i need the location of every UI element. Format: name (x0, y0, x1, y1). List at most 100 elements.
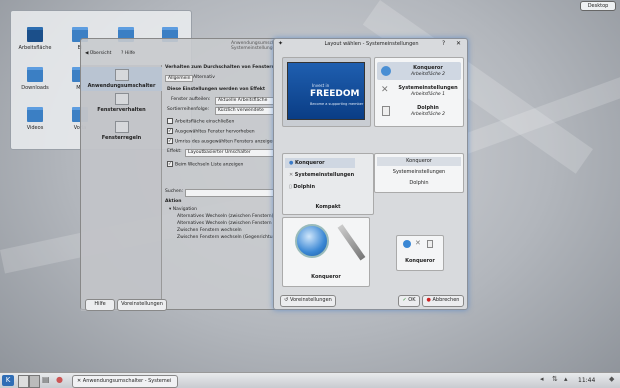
layout-big-icon[interactable]: Konqueror (282, 217, 370, 287)
sidebar-item-task-switcher[interactable]: Anwendungsumschalter (81, 67, 162, 91)
volume-icon[interactable]: ◂ (540, 375, 548, 386)
window-menu-icon[interactable]: ✦ (278, 40, 283, 47)
konqueror-icon (295, 224, 329, 258)
layout-big-list[interactable]: Konqueror Arbeitsfläche 2 ✕ Systemeinste… (374, 57, 464, 127)
checkbox-highlight-window[interactable]: ✓ Ausgewähltes Fenster hervorheben (167, 128, 255, 135)
defaults-button[interactable]: ↺ Voreinstellungen (280, 295, 336, 307)
label-search: Suchen: (165, 189, 184, 194)
label-order: Sortierreihenfolge: (167, 107, 209, 112)
window-thumbnail: Invest in FREEDOM Become a supporting me… (287, 62, 365, 120)
preview-subtext: Invest in (312, 83, 330, 88)
defaults-icon: ↺ (284, 297, 289, 303)
konqueror-icon (403, 240, 411, 248)
label-windows: Fenster aufteilen: (171, 97, 211, 102)
taskbar: K ▤ ● ✕ Anwendungsumschalter - Systemei … (0, 372, 620, 388)
dolphin-icon (427, 240, 433, 248)
list-item: ✕ Systemeinstellungen (289, 172, 355, 178)
tree-item[interactable]: Zwischen Fenstern wechseln (177, 228, 242, 233)
sidebar: Anwendungsumschalter Fensterverhalten Fe… (81, 65, 162, 311)
list-item: Dolphin Arbeitsfläche 2 (377, 102, 461, 120)
window-icon (114, 93, 129, 105)
list-item: ● Konqueror (285, 158, 355, 168)
sidebar-item-window-rules[interactable]: Fensterregeln (81, 121, 162, 141)
page-heading: Verhalten zum Durchschalten von Fenstern (165, 65, 275, 70)
network-icon[interactable]: ⇅ (552, 375, 560, 386)
list-item: ✕ Systemeinstellungen Arbeitsfläche 1 (381, 85, 458, 97)
layout-thumbnail-preview[interactable]: Invest in FREEDOM Become a supporting me… (282, 57, 371, 127)
tree-navigation[interactable]: ▾ Navigation (169, 207, 197, 212)
ok-button[interactable]: ✓ OK (398, 295, 420, 307)
layout-name: Konqueror (405, 258, 435, 264)
list-item: Konqueror (377, 157, 461, 166)
clock[interactable]: 11:44 (578, 375, 608, 386)
tree-item[interactable]: Alternatives Wechseln (zwischen Fenstern (177, 221, 272, 226)
dolphin-icon: ▯ (289, 184, 292, 190)
dolphin-launcher-icon[interactable]: ▤ (42, 375, 52, 386)
layout-name: Konqueror (311, 274, 341, 280)
list-item: Dolphin (409, 180, 429, 186)
cancel-button[interactable]: ● Abbrechen (422, 295, 464, 307)
firefox-launcher-icon[interactable]: ● (56, 375, 66, 386)
list-item: ▯ Dolphin (289, 184, 316, 190)
tree-item[interactable]: Alternatives Wechseln (zwischen Fenstern… (177, 214, 273, 219)
order-select[interactable]: Kürzlich verwendete (215, 107, 277, 115)
checkbox-show-popup[interactable]: ✓ Beim Wechseln Liste anzeigen (167, 161, 243, 168)
search-input[interactable] (185, 189, 277, 197)
help-icon[interactable]: ? (442, 40, 445, 47)
preview-subtext: Become a supporting member (310, 102, 364, 106)
pager-desktop-1[interactable] (18, 375, 29, 388)
layout-small-icons[interactable]: ✕ Konqueror (396, 235, 444, 271)
defaults-button[interactable]: Voreinstellungen (117, 299, 167, 311)
checkbox-include-desktop[interactable]: Arbeitsfläche einschließen (167, 118, 234, 125)
folder-icon (27, 67, 43, 82)
checkbox: ✓ (167, 128, 173, 134)
switcher-icon (114, 69, 129, 81)
desktop-toolbox-button[interactable]: Desktop (580, 1, 616, 11)
konqueror-icon (381, 66, 391, 76)
checkbox-show-outline[interactable]: ✓ Umriss des ausgewählten Fensters anzeig… (167, 138, 275, 145)
cancel-icon: ● (426, 297, 431, 303)
dialog-title: Layout wählen - Systemeinstellungen (324, 41, 419, 47)
layout-compact[interactable]: ● Konqueror ✕ Systemeinstellungen ▯ Dolp… (282, 153, 374, 215)
close-icon[interactable]: ✕ (456, 40, 461, 47)
preview-text: FREEDOM (310, 89, 360, 99)
effect-select[interactable]: Layoutbasierter Umschalter (185, 149, 277, 157)
folder-downloads[interactable]: Downloads (14, 67, 56, 91)
folder-icon (27, 107, 43, 122)
settings-icon: ✕ (381, 85, 389, 95)
settings-icon: ✕ (289, 172, 294, 178)
sidebar-item-window-behavior[interactable]: Fensterverhalten (81, 93, 162, 113)
help-button[interactable]: Hilfe (85, 299, 115, 311)
toolbar-overview-button[interactable]: ◀ Übersicht (85, 51, 111, 56)
wrench-icon (337, 224, 366, 261)
layout-dialog: Layout wählen - Systemeinstellungen ✦ ? … (273, 38, 468, 310)
checkbox: ✓ (167, 161, 173, 167)
tab-general[interactable]: Allgemein (165, 75, 194, 82)
settings-icon: ✕ (415, 239, 421, 247)
tab-alternative[interactable]: Alternativ (191, 75, 217, 80)
panel-toolbox-icon[interactable]: ◆ (609, 375, 618, 386)
launcher-icon[interactable]: K (2, 375, 14, 386)
layout-name: Kompakt (315, 204, 341, 210)
rules-icon (114, 121, 129, 133)
section-heading: Diese Einstellungen werden von Effekt (167, 87, 266, 92)
folder-icon (27, 27, 43, 42)
list-item: Systemeinstellungen (392, 169, 446, 175)
checkbox: ✓ (167, 138, 173, 144)
konqueror-icon: ● (289, 160, 294, 166)
toolbar-help-button[interactable]: ? Hilfe (121, 51, 135, 56)
check-icon: ✓ (402, 297, 407, 303)
label-effect: Effekt: (167, 149, 182, 154)
settings-icon: ✕ (77, 378, 82, 384)
folder-desktop[interactable]: Arbeitsfläche (14, 27, 56, 51)
tray-arrow-icon[interactable]: ▴ (564, 375, 572, 386)
list-item: Konqueror Arbeitsfläche 2 (377, 62, 461, 80)
checkbox (167, 118, 173, 124)
dolphin-icon (382, 106, 390, 116)
windows-select[interactable]: Aktuelle Arbeitsfläche (215, 97, 277, 105)
task-item-settings[interactable]: ✕ Anwendungsumschalter - Systemei (72, 375, 178, 388)
pager-desktop-2[interactable] (29, 375, 40, 388)
folder-videos[interactable]: Videos (14, 107, 56, 131)
tree-item[interactable]: Zwischen Fenstern wechseln (Gegenrichtun… (177, 235, 280, 240)
layout-text-only[interactable]: Konqueror Systemeinstellungen Dolphin (374, 153, 464, 193)
